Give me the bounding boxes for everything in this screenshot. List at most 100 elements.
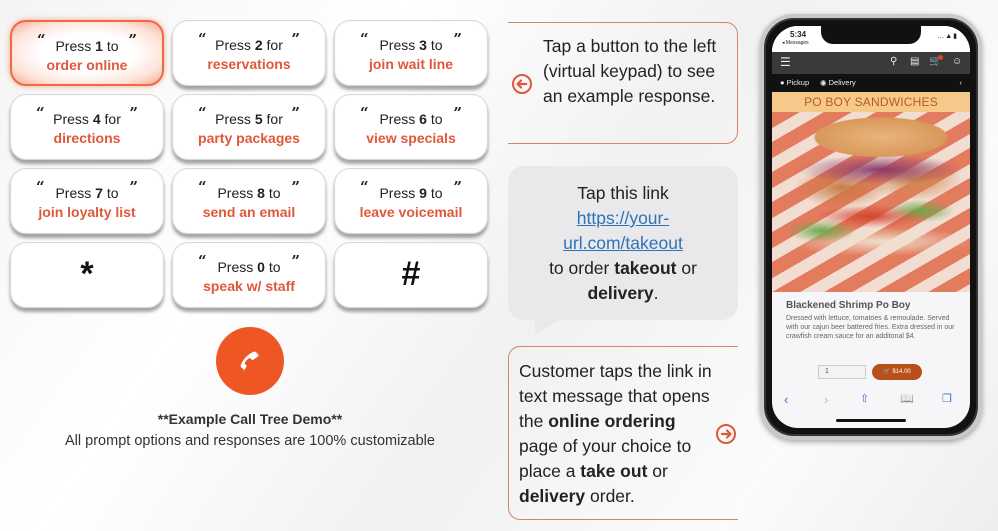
key-6[interactable]: “” Press 6 to view specials (334, 94, 488, 160)
close-quote-icon: ” (129, 178, 138, 196)
key-digit: 6 (419, 111, 427, 127)
key-prompt: Press 4 for (11, 111, 163, 127)
back-to-messages[interactable]: ◂ Messages (782, 40, 809, 46)
key-prompt: Press 8 to (173, 185, 325, 201)
key-action: join loyalty list (38, 204, 136, 220)
close-quote-icon: ” (453, 104, 462, 122)
text: or (647, 461, 668, 481)
key-prompt-suffix: to (102, 185, 119, 201)
pickup-radio[interactable]: ● Pickup (780, 78, 809, 87)
sms-bold-delivery: delivery (587, 283, 654, 303)
tabs-icon[interactable]: ❐ (942, 392, 952, 405)
share-icon[interactable]: ⇧ (860, 392, 869, 405)
key-hash[interactable]: # (334, 242, 488, 308)
link-part-2[interactable]: url.com/takeout (563, 233, 683, 253)
key-prompt-prefix: Press (215, 111, 255, 127)
close-quote-icon: ” (453, 178, 462, 196)
delivery-label: Delivery (828, 78, 856, 87)
open-quote-icon: “ (198, 178, 207, 196)
key-prompt-prefix: Press (379, 37, 420, 53)
key-action: directions (53, 130, 121, 146)
home-indicator (836, 419, 906, 422)
key-8[interactable]: “” Press 8 to send an email (172, 168, 326, 234)
key-5[interactable]: “ ” Press 5 for party packages (172, 94, 326, 160)
key-3[interactable]: “” Press 3 to join wait line (334, 20, 488, 86)
sms-line-1: Tap this link (577, 183, 669, 203)
phone-mockup: 5:34 ◂ Messages …▲▮ ☰ ⚲ ▤ 🛒 ☺ ● Pickup ◉… (760, 14, 982, 440)
key-0[interactable]: “” Press 0 to speak w/ staff (172, 242, 326, 308)
takeout-link[interactable]: https://your- url.com/takeout (508, 206, 738, 256)
key-prompt-prefix: Press (53, 111, 93, 127)
key-digit: 4 (92, 111, 101, 127)
pickup-label: Pickup (786, 78, 810, 87)
key-prompt: Press 9 to (335, 185, 487, 201)
order-mode-bar: ● Pickup ◉ Delivery ‹ (772, 74, 970, 92)
close-quote-icon: ” (291, 30, 300, 48)
item-description: Dressed with lettuce, tomatoes & remoula… (786, 315, 955, 340)
open-quote-icon: “ (198, 104, 207, 122)
link-part-1[interactable]: https://your- (577, 208, 669, 228)
key-digit: 7 (95, 185, 103, 201)
key-prompt-suffix: to (264, 185, 281, 201)
close-quote-icon: ” (291, 104, 300, 122)
key-prompt-suffix: to (426, 185, 443, 201)
bold-text: delivery (519, 486, 586, 506)
close-quote-icon: ” (291, 178, 300, 196)
key-prompt-suffix: to (426, 111, 443, 127)
key-star[interactable]: * (10, 242, 164, 308)
category-banner: PO BOY SANDWICHES (772, 92, 970, 112)
account-icon[interactable]: ☺ (952, 56, 962, 67)
key-action: view specials (366, 130, 456, 146)
close-quote-icon: ” (129, 104, 138, 122)
key-prompt-prefix: Press (379, 185, 420, 201)
key-prompt: Press 2 for (173, 37, 325, 53)
instruction-text: Tap a button to the left (virtual keypad… (543, 36, 717, 106)
bookmarks-icon[interactable]: 📖 (900, 392, 914, 405)
close-quote-icon: ” (128, 31, 137, 49)
item-name: Blackened Shrimp Po Boy (786, 300, 911, 311)
key-prompt-suffix: for (262, 111, 283, 127)
key-prompt-prefix: Press (215, 37, 255, 53)
asterisk-symbol: * (80, 255, 94, 293)
menu-icon[interactable]: ☰ (780, 55, 791, 69)
status-icons: …▲▮ (937, 33, 958, 40)
arrow-right-circle-icon (716, 424, 736, 444)
key-7[interactable]: “” Press 7 to join loyalty list (10, 168, 164, 234)
key-action: speak w/ staff (203, 278, 295, 294)
key-9[interactable]: “” Press 9 to leave voicemail (334, 168, 488, 234)
key-prompt-prefix: Press (55, 185, 96, 201)
bold-text: online ordering (548, 411, 676, 431)
browser-back-icon[interactable]: ‹ (784, 392, 788, 407)
key-digit: 3 (419, 37, 427, 53)
cart-badge (938, 55, 943, 60)
sms-bubble: Tap this link https://your- url.com/take… (508, 166, 738, 320)
call-button[interactable] (216, 327, 284, 395)
collapse-icon[interactable]: ‹ (960, 78, 963, 87)
key-digit: 0 (257, 259, 265, 275)
key-prompt: Press 5 for (173, 111, 325, 127)
browser-toolbar: ‹ › ⇧ 📖 ❐ (772, 386, 970, 416)
key-digit: 8 (257, 185, 265, 201)
key-4[interactable]: “” Press 4 for directions (10, 94, 164, 160)
open-quote-icon: “ (360, 178, 369, 196)
browser-forward-icon[interactable]: › (824, 392, 828, 407)
order-row: 1 🛒 $14.00 (772, 362, 970, 384)
key-2[interactable]: “” Press 2 for reservations (172, 20, 326, 86)
key-1[interactable]: “” Press 1 to order online (10, 20, 164, 86)
delivery-radio[interactable]: ◉ Delivery (820, 78, 856, 87)
document-icon[interactable]: ▤ (910, 56, 919, 67)
quantity-stepper[interactable]: 1 (818, 365, 866, 379)
key-prompt: Press 7 to (11, 185, 163, 201)
key-action: party packages (198, 130, 300, 146)
instruction-box: Tap a button to the left (virtual keypad… (508, 22, 738, 144)
sms-text: . (653, 283, 659, 303)
open-quote-icon: “ (36, 178, 45, 196)
sms-text: to order (549, 258, 615, 278)
add-to-cart-button[interactable]: 🛒 $14.00 (872, 364, 922, 380)
bold-text: take out (580, 461, 648, 481)
key-prompt-prefix: Press (55, 38, 96, 54)
key-digit: 2 (254, 37, 263, 53)
search-icon[interactable]: ⚲ (890, 56, 897, 67)
key-prompt-suffix: for (262, 37, 283, 53)
explanation-text: Customer taps the link in text message t… (519, 359, 714, 509)
